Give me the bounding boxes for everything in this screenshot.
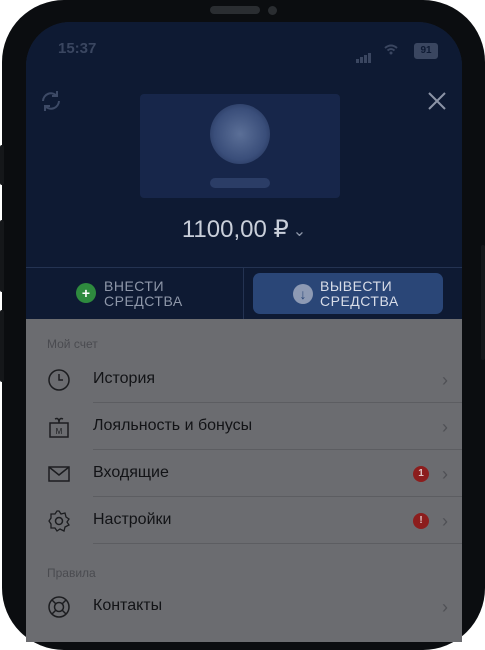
front-camera	[268, 6, 277, 15]
signal-icon	[356, 46, 372, 63]
lifebuoy-icon	[48, 596, 70, 618]
menu-item-label: Настройки	[93, 511, 172, 528]
gear-icon	[48, 510, 70, 532]
section-header-account: Мой счет	[47, 337, 98, 351]
menu-item-label: Входящие	[93, 464, 169, 481]
chevron-right-icon: ›	[442, 511, 448, 531]
phone-frame: 15:37 91 1100,00 ₽ ⌄ + ВНЕСТИ СРЕДСТВА ↓…	[2, 0, 485, 650]
chevron-right-icon: ›	[442, 370, 448, 390]
chevron-down-icon: ⌄	[292, 222, 307, 240]
chevron-right-icon: ›	[442, 464, 448, 484]
gift-icon: M	[49, 417, 69, 438]
menu-item-inbox[interactable]: Входящие 1 ›	[26, 450, 462, 497]
volume-down-button	[0, 310, 4, 382]
divider	[93, 543, 462, 544]
app-screen: 15:37 91 1100,00 ₽ ⌄ + ВНЕСТИ СРЕДСТВА ↓…	[26, 22, 462, 642]
menu-item-settings[interactable]: Настройки ! ›	[26, 497, 462, 544]
menu-item-label: Лояльность и бонусы	[93, 417, 253, 434]
power-button	[481, 245, 485, 360]
clock-icon	[48, 369, 70, 391]
close-icon[interactable]	[426, 90, 448, 112]
withdraw-button[interactable]: ↓ ВЫВЕСТИ СРЕДСТВА	[253, 273, 443, 314]
profile-name-placeholder	[210, 178, 270, 188]
wallet-actions: + ВНЕСТИ СРЕДСТВА ↓ ВЫВЕСТИ СРЕДСТВА	[26, 267, 462, 320]
notification-badge: 1	[413, 466, 429, 482]
withdraw-label: ВЫВЕСТИ СРЕДСТВА	[320, 278, 399, 309]
wifi-icon	[384, 43, 398, 58]
deposit-button[interactable]: + ВНЕСТИ СРЕДСТВА	[26, 268, 244, 320]
alert-badge: !	[413, 513, 429, 529]
svg-text:M: M	[56, 427, 63, 436]
arrow-down-circle-icon: ↓	[293, 284, 313, 304]
menu-item-contacts[interactable]: Контакты ›	[26, 583, 462, 630]
envelope-icon	[48, 466, 70, 482]
section-header-rules: Правила	[47, 566, 96, 580]
account-header: 15:37 91 1100,00 ₽ ⌄ + ВНЕСТИ СРЕДСТВА ↓…	[26, 22, 462, 320]
avatar	[210, 104, 270, 164]
status-bar: 15:37 91	[26, 40, 462, 63]
profile-card	[140, 94, 340, 198]
plus-circle-icon: +	[76, 283, 96, 303]
menu-item-label: История	[93, 370, 156, 387]
status-time: 15:37	[58, 40, 97, 57]
refresh-icon[interactable]	[38, 88, 64, 114]
balance-amount: 1100,00 ₽	[181, 216, 289, 243]
menu-item-loyalty[interactable]: M Лояльность и бонусы ›	[26, 403, 462, 450]
deposit-label: ВНЕСТИ СРЕДСТВА	[104, 278, 183, 309]
volume-up-button	[0, 220, 4, 292]
menu-item-label: Контакты	[93, 597, 163, 614]
battery-icon: 91	[414, 43, 438, 59]
mute-switch	[0, 145, 4, 185]
balance-display[interactable]: 1100,00 ₽ ⌄	[26, 215, 462, 244]
chevron-right-icon: ›	[442, 417, 448, 437]
chevron-right-icon: ›	[442, 597, 448, 617]
account-menu: Мой счет История › M Лояльность и бонусы…	[26, 319, 462, 642]
speaker-grille	[210, 6, 260, 14]
menu-item-history[interactable]: История ›	[26, 356, 462, 403]
